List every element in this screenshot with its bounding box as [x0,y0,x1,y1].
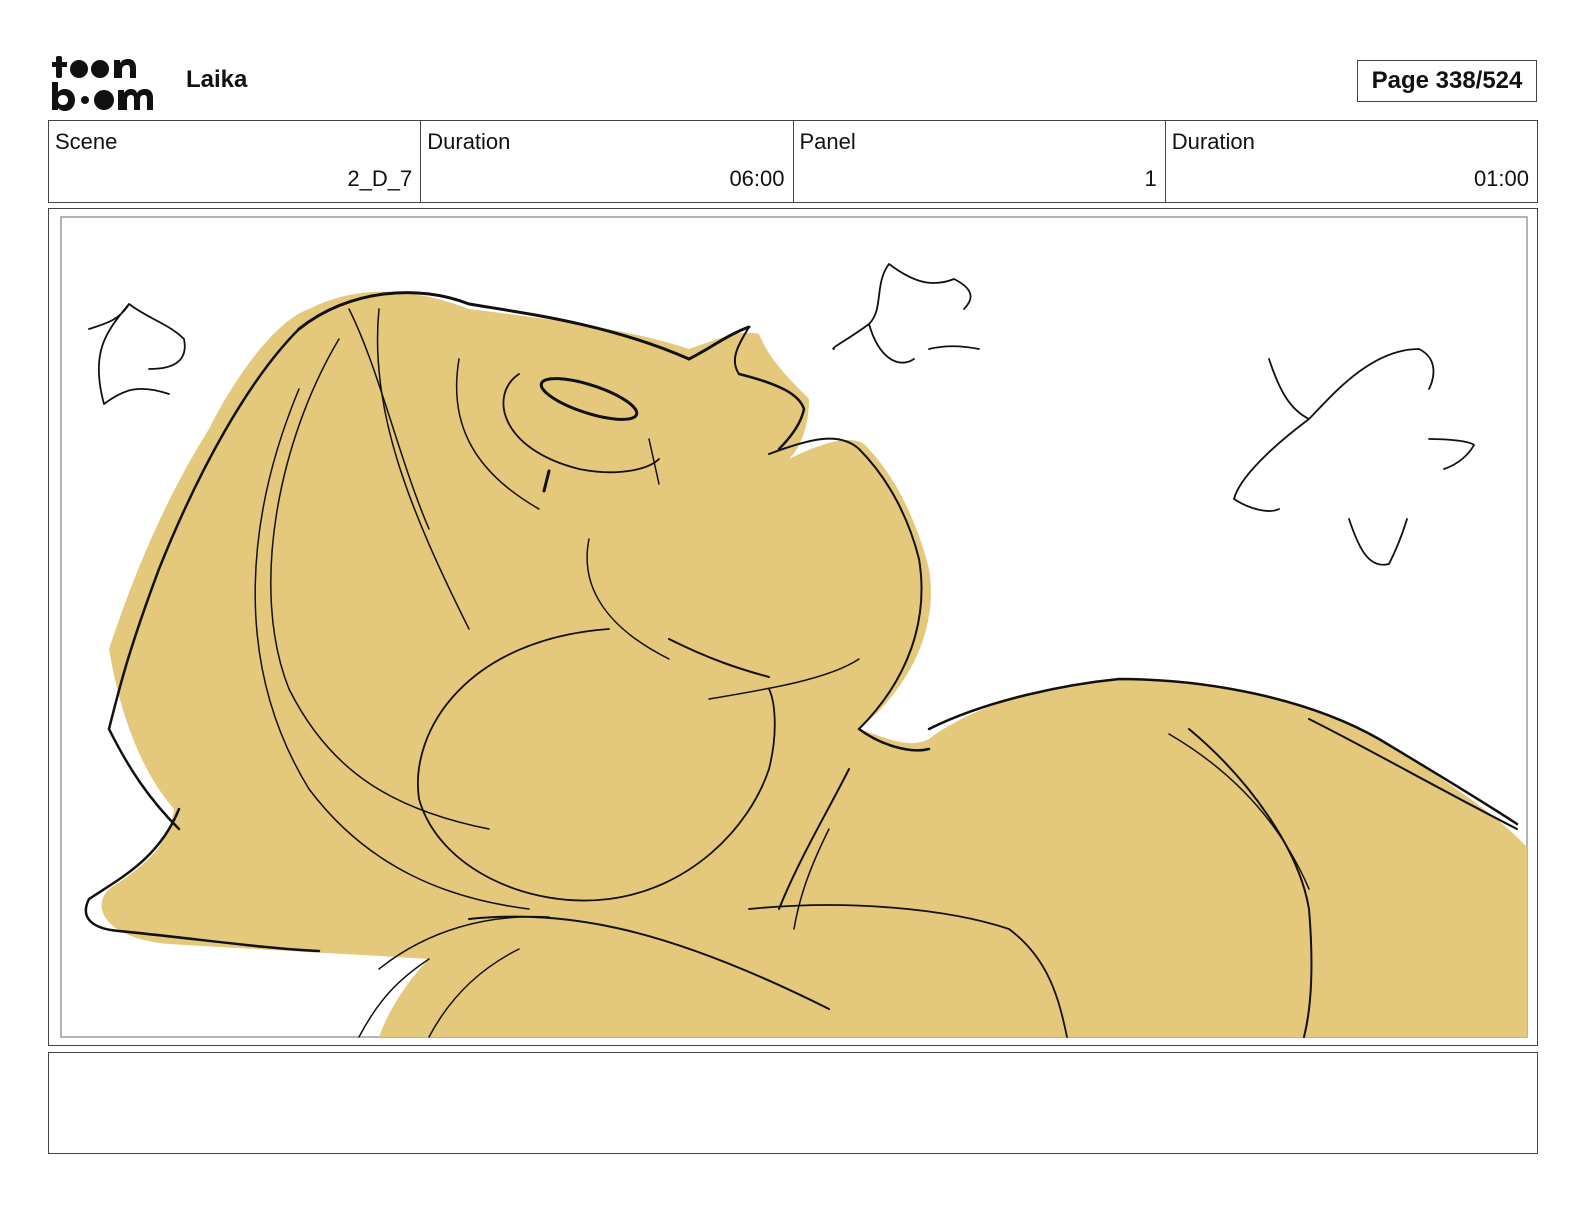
scene-label: Scene [55,129,118,154]
page-indicator: Page 338/524 [1357,60,1537,102]
scene-duration-value: 06:00 [729,166,785,191]
notes-box [48,1052,1538,1154]
scene-info-table: Scene 2_D_7 Duration 06:00 Panel 1 Durat… [48,120,1538,203]
character-fill [101,291,1527,1037]
scene-value: 2_D_7 [347,166,413,191]
scene-duration-cell: Duration 06:00 [421,121,794,202]
panel-duration-cell: Duration 01:00 [1166,121,1537,202]
star-middle [832,263,980,364]
project-title: Laika [186,66,248,93]
scene-duration-label: Duration [427,129,511,154]
panel-label: Panel [799,129,856,154]
toon-boom-logo [52,56,153,111]
panel-cell: Panel 1 [794,121,1166,202]
panel-duration-value: 01:00 [1473,166,1529,191]
panel-value: 1 [1144,166,1157,191]
scene-cell: Scene 2_D_7 [49,121,422,202]
page-label: Page 338/524 [1371,67,1523,94]
panel-duration-label: Duration [1171,129,1255,154]
star-right [1232,348,1476,566]
star-left [88,303,186,405]
panel-drawing [60,216,1528,1038]
storyboard-panel [48,208,1538,1046]
